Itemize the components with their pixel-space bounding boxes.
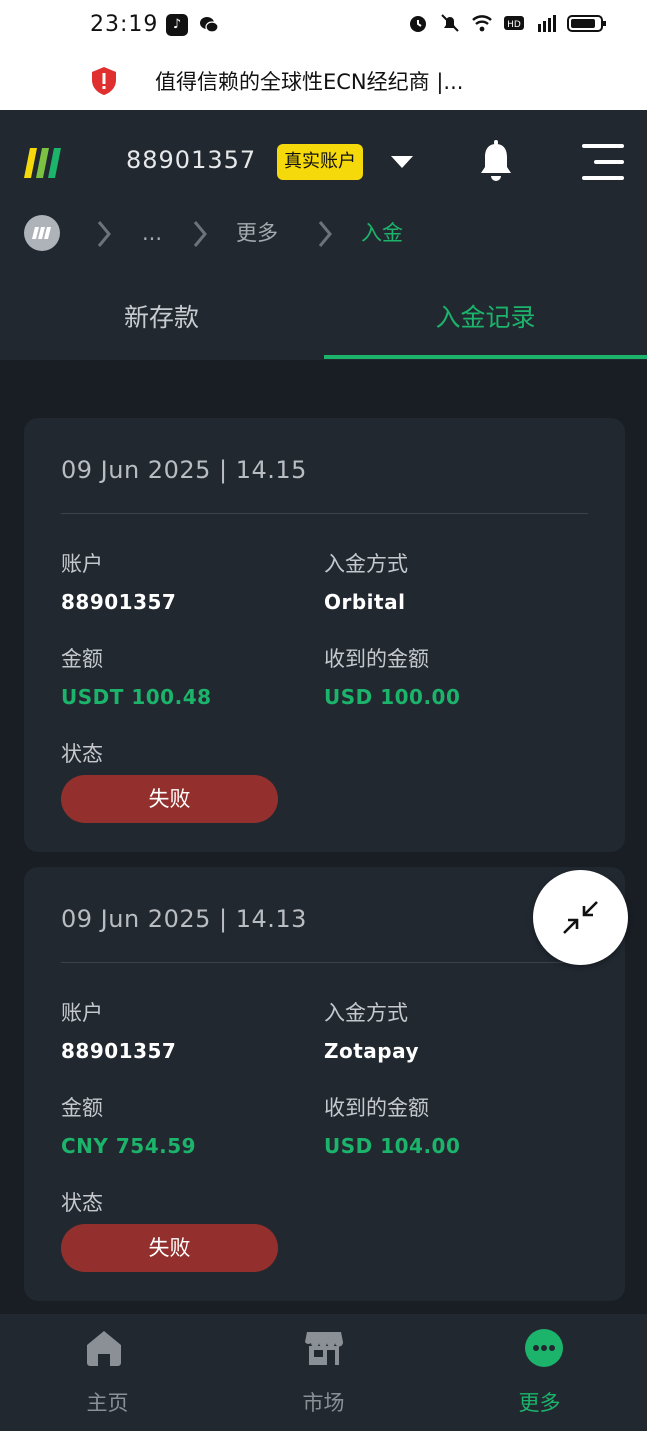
shield-warning-icon: [92, 67, 116, 95]
nav-item-more[interactable]: 更多: [432, 1314, 647, 1431]
breadcrumb-ellipsis[interactable]: ...: [142, 215, 162, 253]
bell-icon[interactable]: [478, 140, 514, 182]
account-dropdown-icon[interactable]: [391, 156, 413, 168]
nav-label: 更多: [518, 1391, 561, 1415]
tiktok-icon: ♪: [166, 14, 188, 36]
status-bar: 23:19 ♪ HD: [0, 0, 647, 52]
record-datetime: 09 Jun 2025 | 14.13: [61, 905, 307, 933]
amount-value: USDT 100.48: [61, 685, 212, 709]
tab-new-deposit[interactable]: 新存款: [0, 290, 323, 360]
chevron-right-icon: [318, 221, 332, 247]
brand-logo[interactable]: [24, 148, 62, 178]
received-value: USD 100.00: [324, 685, 461, 709]
bottom-nav: 主页 市场 更多: [0, 1314, 647, 1431]
method-value: Zotapay: [324, 1039, 420, 1063]
account-number[interactable]: 88901357: [126, 146, 256, 174]
store-icon: [305, 1332, 344, 1365]
divider: [61, 513, 588, 514]
status-badge: 失败: [61, 1224, 278, 1272]
collapse-button[interactable]: [533, 870, 628, 965]
tab-deposit-history[interactable]: 入金记录: [324, 290, 647, 360]
active-tab-indicator: [324, 355, 647, 359]
nav-item-home[interactable]: 主页: [0, 1314, 215, 1431]
amount-value: CNY 754.59: [61, 1134, 197, 1158]
breadcrumb-home-icon[interactable]: [24, 215, 60, 251]
account-value: 88901357: [61, 590, 177, 614]
wechat-icon: [200, 17, 219, 33]
method-label: 入金方式: [324, 1001, 408, 1025]
amount-label: 金额: [61, 647, 103, 671]
status-icons: HD: [407, 12, 607, 34]
nav-item-market[interactable]: 市场: [216, 1314, 431, 1431]
deposit-record-card: 09 Jun 2025 | 14.15 账户 入金方式 88901357 Orb…: [24, 418, 625, 852]
collapse-arrows-icon: [563, 901, 598, 934]
status-time: 23:19: [90, 12, 159, 37]
wifi-icon: [472, 15, 492, 32]
status-badge: 失败: [61, 775, 278, 823]
nav-label: 主页: [86, 1391, 129, 1415]
divider: [61, 962, 588, 963]
app-header: 88901357 真实账户 ... 更多 入金 新存款 入金记录: [0, 110, 647, 360]
amount-label: 金额: [61, 1096, 103, 1120]
status-label: 状态: [61, 742, 103, 766]
status-label: 状态: [61, 1191, 103, 1215]
breadcrumb-more[interactable]: 更多: [236, 215, 278, 253]
method-value: Orbital: [324, 590, 406, 614]
svg-text:HD: HD: [507, 20, 521, 30]
account-value: 88901357: [61, 1039, 177, 1063]
received-label: 收到的金额: [324, 1096, 429, 1120]
nav-label: 市场: [302, 1391, 345, 1415]
browser-title-bar[interactable]: 值得信赖的全球性ECN经纪商 |...: [0, 52, 647, 110]
hamburger-menu-icon[interactable]: [582, 144, 624, 180]
chevron-right-icon: [193, 221, 207, 247]
more-icon: [525, 1329, 563, 1367]
account-type-badge: 真实账户: [277, 144, 363, 180]
chevron-right-icon: [97, 221, 111, 247]
signal-4g-icon: [538, 15, 556, 32]
mute-icon: [441, 14, 459, 32]
record-datetime: 09 Jun 2025 | 14.15: [61, 456, 307, 484]
battery-icon: [567, 15, 606, 32]
home-icon: [87, 1331, 121, 1366]
account-label: 账户: [61, 552, 103, 576]
alarm-icon: [410, 16, 426, 32]
method-label: 入金方式: [324, 552, 408, 576]
page-title: 值得信赖的全球性ECN经纪商 |...: [155, 70, 464, 94]
breadcrumb-current: 入金: [361, 221, 403, 245]
hd-icon: HD: [504, 16, 524, 30]
received-label: 收到的金额: [324, 647, 429, 671]
account-label: 账户: [61, 1001, 103, 1025]
received-value: USD 104.00: [324, 1134, 461, 1158]
